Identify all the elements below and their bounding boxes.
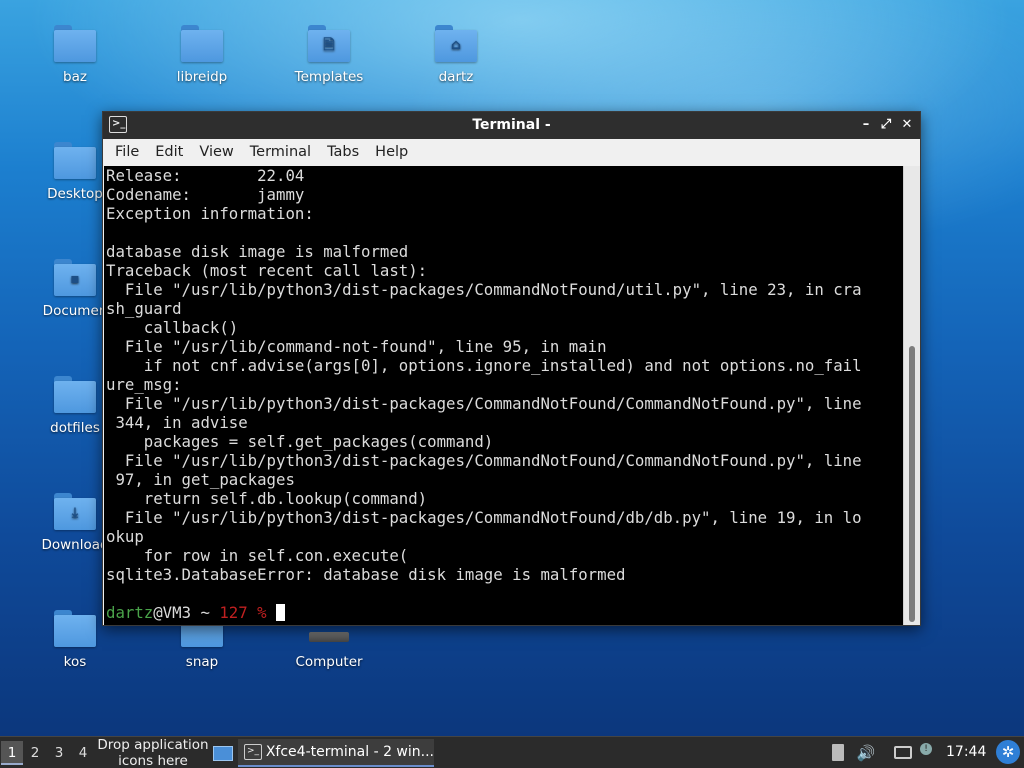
terminal-window[interactable]: >_ Terminal - – ⤢ ✕ File Edit View Termi… (102, 111, 921, 626)
scrollbar-thumb[interactable] (909, 346, 915, 622)
folder-icon (54, 376, 96, 414)
terminal-line: Exception information: (106, 204, 314, 223)
terminal-line: okup (106, 527, 144, 546)
desktop-icon-dartz[interactable]: ⌂ dartz (406, 25, 506, 85)
terminal-line: 97, in get_packages (106, 470, 295, 489)
terminal-line: File "/usr/lib/python3/dist-packages/Com… (106, 280, 862, 299)
drop-text-line-1: Drop application (97, 737, 209, 753)
menu-edit[interactable]: Edit (147, 144, 191, 160)
terminal-line: if not cnf.advise(args[0], options.ignor… (106, 356, 862, 375)
prompt-user: dartz (106, 603, 154, 622)
clock[interactable]: 17:44 (946, 744, 986, 760)
workspace-2[interactable]: 2 (24, 741, 46, 765)
terminal-line: Codename: jammy (106, 185, 305, 204)
folder-icon (54, 25, 96, 63)
terminal-output[interactable]: Release: 22.04 Codename: jammy Exception i… (104, 166, 904, 625)
terminal-line: 344, in advise (106, 413, 248, 432)
close-button[interactable]: ✕ (898, 115, 916, 135)
window-titlebar[interactable]: >_ Terminal - – ⤢ ✕ (103, 112, 920, 139)
terminal-task-icon: >_ (244, 744, 262, 760)
folder-icon (54, 142, 96, 180)
whisker-menu-icon[interactable]: ✲ (996, 740, 1020, 764)
prompt-exit-code: 127 % (219, 603, 277, 622)
minimize-button[interactable]: – (857, 115, 875, 135)
menu-help[interactable]: Help (367, 144, 416, 160)
menu-tabs[interactable]: Tabs (319, 144, 367, 160)
menu-view[interactable]: View (191, 144, 241, 160)
launcher-drop-zone[interactable]: Drop application icons here (92, 737, 214, 768)
volume-icon[interactable]: 🔊 (855, 743, 877, 763)
menu-terminal[interactable]: Terminal (242, 144, 319, 160)
desktop-icon-label: baz (63, 69, 87, 85)
network-icon[interactable] (892, 743, 914, 763)
folder-icon (181, 25, 223, 63)
drop-text-line-2: icons here (118, 753, 188, 768)
workspace-3[interactable]: 3 (48, 741, 70, 765)
taskbar-window-button[interactable]: >_ Xfce4-terminal - 2 win... (238, 739, 434, 767)
clipboard-icon[interactable] (830, 743, 846, 763)
desktop-icon-baz[interactable]: baz (25, 25, 125, 85)
menu-file[interactable]: File (107, 144, 147, 160)
menu-bar: File Edit View Terminal Tabs Help (103, 139, 920, 165)
desktop-icon-label: dartz (438, 69, 474, 85)
terminal-line: database disk image is malformed (106, 242, 409, 261)
terminal-line: File "/usr/lib/python3/dist-packages/Com… (106, 394, 862, 413)
task-label: Xfce4-terminal - 2 win... (265, 744, 434, 760)
terminal-line: packages = self.get_packages(command) (106, 432, 494, 451)
workspace-4[interactable]: 4 (72, 741, 94, 765)
folder-icon (54, 610, 96, 648)
workspace-1[interactable]: 1 (1, 741, 23, 765)
terminal-line: sqlite3.DatabaseError: database disk ima… (106, 565, 626, 584)
desktop-icon-label: snap (185, 654, 219, 670)
terminal-prompt[interactable]: dartz@VM3 ~ 127 % (106, 603, 904, 622)
terminal-line: for row in self.con.execute( (106, 546, 409, 565)
documents-folder-icon: ▪ (54, 259, 96, 297)
templates-folder-icon: 🗎 (308, 25, 350, 63)
terminal-line: File "/usr/lib/command-not-found", line … (106, 337, 607, 356)
terminal-scrollbar[interactable] (903, 166, 920, 625)
desktop-icon-label: Templates (294, 69, 364, 85)
desktop-icon-libreidp[interactable]: libreidp (152, 25, 252, 85)
desktop-icon-label: Computer (295, 654, 363, 670)
window-title: Terminal - (472, 117, 551, 133)
desktop-icon-templates[interactable]: 🗎 Templates (279, 25, 379, 85)
terminal-line: ure_msg: (106, 375, 182, 394)
desktop-icon-label: kos (63, 654, 87, 670)
taskbar: 1 2 3 4 Drop application icons here >_ X… (0, 736, 1024, 768)
show-desktop-icon[interactable] (213, 746, 233, 761)
terminal-line: Traceback (most recent call last): (106, 261, 428, 280)
downloads-folder-icon: ⤓ (54, 493, 96, 531)
terminal-line: sh_guard (106, 299, 182, 318)
terminal-line: callback() (106, 318, 239, 337)
terminal-line: File "/usr/lib/python3/dist-packages/Com… (106, 508, 862, 527)
prompt-host: @VM3 ~ (153, 603, 220, 622)
terminal-line: return self.db.lookup(command) (106, 489, 428, 508)
home-folder-icon: ⌂ (435, 25, 477, 63)
terminal-cursor (276, 604, 286, 621)
terminal-line: File "/usr/lib/python3/dist-packages/Com… (106, 451, 862, 470)
notification-icon[interactable]: ! (918, 743, 934, 763)
terminal-line: Release: 22.04 (106, 166, 305, 185)
desktop-icon-label: libreidp (176, 69, 228, 85)
maximize-button[interactable]: ⤢ (877, 115, 895, 135)
